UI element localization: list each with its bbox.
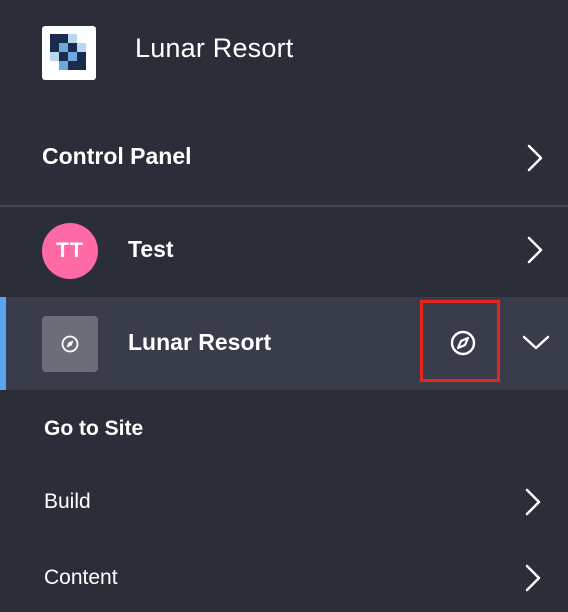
user-avatar: TT [42, 223, 98, 279]
compass-icon [450, 330, 476, 356]
active-indicator [0, 297, 6, 390]
site-logo-icon[interactable] [42, 26, 96, 80]
chevron-right-icon [525, 488, 541, 516]
site-icon [42, 316, 98, 372]
go-to-site-compass-button[interactable] [420, 300, 500, 382]
user-name: Test [128, 236, 174, 262]
content-label: Content [44, 566, 118, 589]
header-title: Lunar Resort [135, 33, 294, 63]
site-menu-item[interactable]: Lunar Resort [0, 297, 568, 390]
site-header: Lunar Resort [0, 0, 568, 110]
go-to-site-label: Go to Site [44, 417, 144, 440]
content-item[interactable]: Content [0, 542, 568, 612]
chevron-right-icon [527, 144, 543, 172]
chevron-down-icon[interactable] [521, 332, 551, 352]
build-item[interactable]: Build [0, 466, 568, 542]
control-panel-label: Control Panel [42, 143, 192, 169]
control-panel-item[interactable]: Control Panel [0, 110, 568, 205]
build-label: Build [44, 490, 91, 513]
site-name: Lunar Resort [128, 329, 272, 355]
go-to-site-item[interactable]: Go to Site [0, 390, 568, 466]
chevron-right-icon [527, 236, 543, 264]
chevron-right-icon [525, 564, 541, 592]
user-menu-item[interactable]: TT Test [0, 207, 568, 297]
